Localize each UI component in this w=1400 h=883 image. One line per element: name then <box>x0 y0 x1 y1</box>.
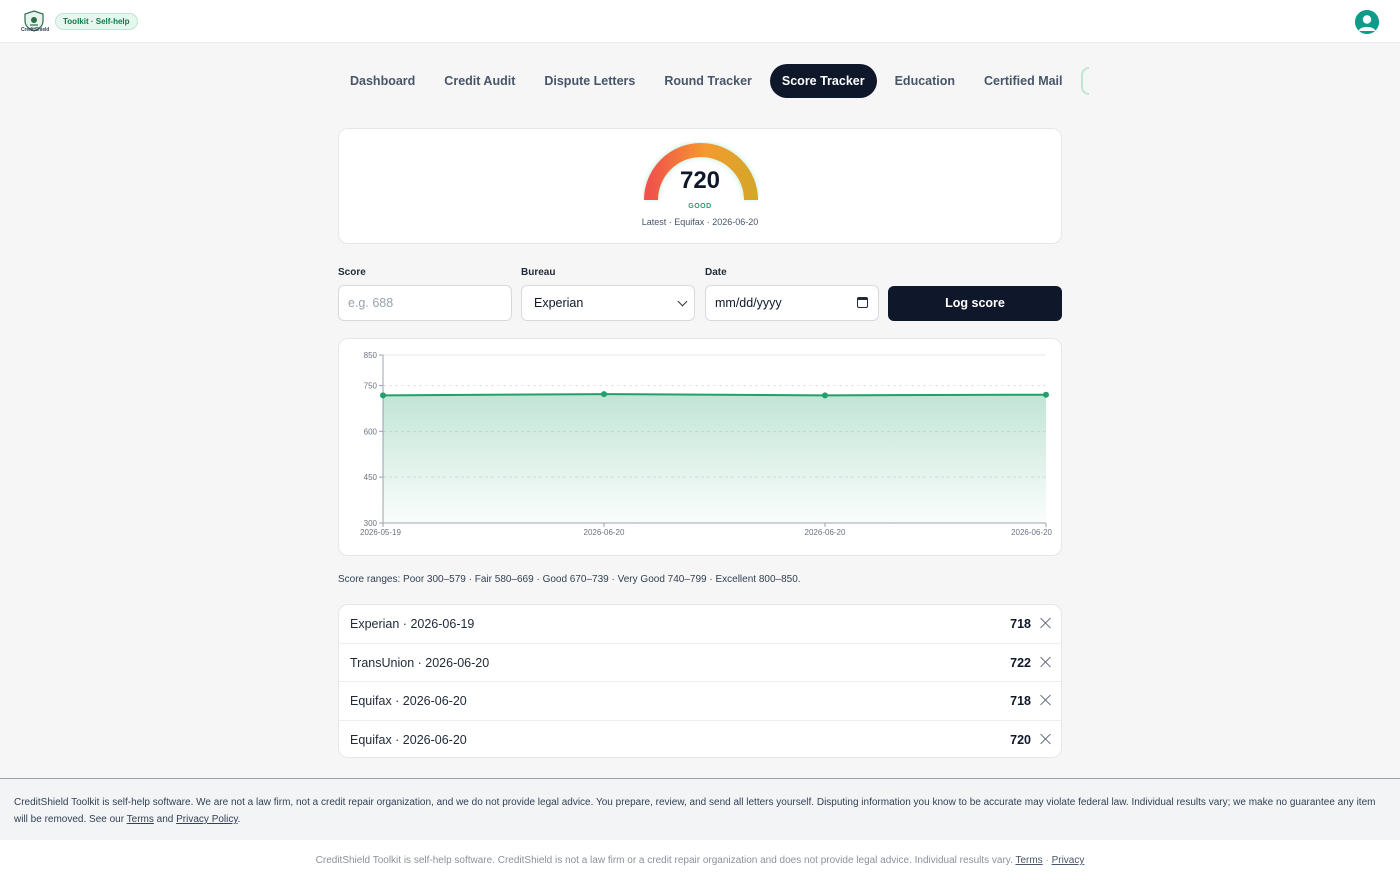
bureau-selected-value: Experian <box>534 296 584 310</box>
log-score-button[interactable]: Log score <box>888 286 1062 321</box>
top-bar: CreditShield Toolkit · Self-help <box>0 0 1400 43</box>
entry-score: 718 <box>1010 617 1031 631</box>
tab-dashboard[interactable]: Dashboard <box>339 64 426 98</box>
footer-terms-link[interactable]: Terms <box>1015 855 1042 866</box>
tab-certified-mail[interactable]: Certified Mail <box>973 64 1074 98</box>
score-input[interactable]: e.g. 688 <box>338 285 512 321</box>
disclaimer-and: and <box>153 814 177 825</box>
chart-x-tick-label: 2026-06-20 <box>584 528 625 537</box>
entry-score: 720 <box>1010 732 1031 747</box>
date-input[interactable]: mm/dd/yyyy <box>705 285 879 321</box>
chart-area-fill <box>383 394 1046 523</box>
list-item: Equifax · 2026-06-20 720 <box>339 721 1061 758</box>
entry-label: Experian · 2026-06-19 <box>350 617 475 631</box>
gauge-caption: Latest · Equifax · 2026-06-20 <box>641 217 759 227</box>
score-chart-card: 850 750 600 450 300 2026-05-19 2026-06-20 2026-… <box>338 338 1062 556</box>
chart-y-tick-label: 850 <box>364 351 378 360</box>
list-item: TransUnion · 2026-06-20 722 <box>339 644 1061 682</box>
toolkit-badge: Toolkit · Self-help <box>55 13 138 30</box>
page-footer: CreditShield Toolkit is self-help softwa… <box>0 840 1400 883</box>
entry-label: TransUnion · 2026-06-20 <box>350 655 490 670</box>
chart-data-point <box>1043 391 1049 398</box>
entry-score: 722 <box>1010 655 1031 670</box>
entry-label: Equifax · 2026-06-20 <box>350 694 467 708</box>
terms-link[interactable]: Terms <box>127 814 154 825</box>
chart-data-point <box>601 391 607 398</box>
remove-entry-close-icon[interactable] <box>1040 694 1052 706</box>
chart-x-tick-label: 2026-06-20 <box>1011 528 1052 537</box>
gauge-rating: GOOD <box>688 203 712 210</box>
remove-entry-close-icon[interactable] <box>1040 656 1052 668</box>
chart-y-tick-label: 750 <box>364 382 378 391</box>
tab-round-tracker[interactable]: Round Tracker <box>653 64 763 98</box>
tab-dispute-letters[interactable]: Dispute Letters <box>533 64 646 98</box>
bureau-select[interactable]: Experian <box>521 285 695 321</box>
gauge-score-value: 720 <box>679 167 721 194</box>
list-item: Equifax · 2026-06-20 718 <box>339 682 1061 721</box>
chart-x-tick-label: 2026-06-20 <box>805 528 846 537</box>
chart-y-tick-label: 450 <box>364 473 378 482</box>
tab-overflow-partial[interactable] <box>1080 67 1089 95</box>
score-ranges-text: Score ranges: Poor 300–579 · Fair 580–66… <box>338 574 801 585</box>
remove-entry-close-icon[interactable] <box>1040 733 1052 745</box>
chart-y-tick-label: 300 <box>364 519 378 528</box>
bureau-label: Bureau <box>521 267 556 278</box>
date-placeholder: mm/dd/yyyy <box>715 296 782 310</box>
legal-disclaimer: CreditShield Toolkit is self-help softwa… <box>0 778 1400 840</box>
footer-text: CreditShield Toolkit is self-help softwa… <box>315 855 1016 866</box>
privacy-policy-link[interactable]: Privacy Policy <box>176 814 238 825</box>
main-tabs: Dashboard Credit Audit Dispute Letters R… <box>339 64 1089 98</box>
calendar-icon[interactable] <box>857 297 868 308</box>
chart-y-tick-label: 600 <box>364 427 378 436</box>
chart-data-point <box>380 392 386 399</box>
chart-data-point <box>822 392 828 399</box>
entry-label: Equifax · 2026-06-20 <box>350 732 467 747</box>
chevron-down-icon <box>677 296 688 307</box>
score-label: Score <box>338 267 366 278</box>
date-label: Date <box>705 267 727 278</box>
chart-series-line <box>382 393 1047 397</box>
list-item: Experian · 2026-06-19 718 <box>339 605 1061 644</box>
user-avatar-icon[interactable] <box>1355 10 1379 34</box>
footer-separator: · <box>1042 855 1052 866</box>
tab-credit-audit[interactable]: Credit Audit <box>433 64 526 98</box>
tab-score-tracker[interactable]: Score Tracker <box>769 64 877 98</box>
remove-entry-close-icon[interactable] <box>1040 617 1052 629</box>
footer-privacy-link[interactable]: Privacy <box>1052 855 1085 866</box>
tab-education[interactable]: Education <box>884 64 966 98</box>
chart-x-tick-label: 2026-05-19 <box>360 528 401 537</box>
score-entries-list: Experian · 2026-06-19 718 TransUnion · 2… <box>338 604 1062 758</box>
score-history-chart: 850 750 600 450 3002026-05-19 2026-06-20 2026-… <box>360 351 1053 537</box>
disclaimer-end: . <box>237 814 241 825</box>
score-gauge-card: 720 GOOD Latest · Equifax · 2026-06-20 <box>338 128 1062 244</box>
logo-text: CreditShield <box>21 27 50 33</box>
entry-score: 718 <box>1010 694 1031 708</box>
